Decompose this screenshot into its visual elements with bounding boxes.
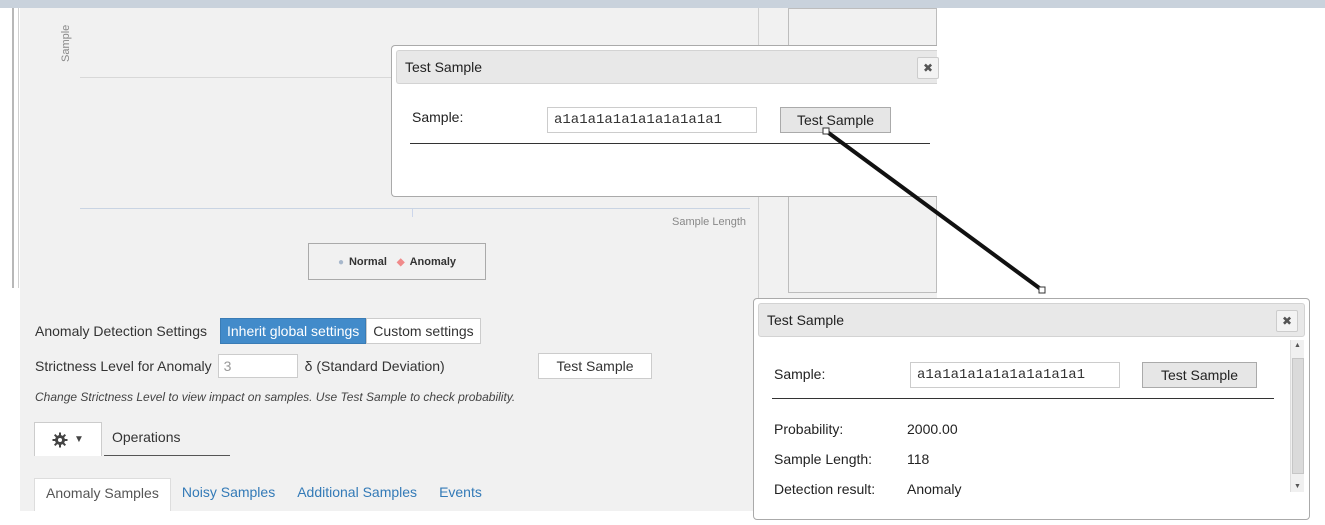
top-bar xyxy=(0,0,1325,8)
sample-length-value: 118 xyxy=(907,451,930,467)
dialog-title: Test Sample xyxy=(405,59,483,75)
legend-item-normal[interactable]: ● Normal xyxy=(338,256,387,268)
anomaly-settings-label: Anomaly Detection Settings xyxy=(35,323,207,339)
scroll-down-icon[interactable]: ▼ xyxy=(1294,483,1301,490)
sample-input[interactable] xyxy=(910,362,1120,388)
test-sample-button[interactable]: Test Sample xyxy=(538,353,652,379)
probability-label: Probability: xyxy=(774,421,844,437)
sample-label: Sample: xyxy=(774,366,826,382)
dialog-divider xyxy=(772,398,1274,399)
chart-x-tick xyxy=(412,209,413,217)
strictness-label: Strictness Level for Anomaly xyxy=(35,358,212,374)
std-dev-label: δ (Standard Deviation) xyxy=(304,358,445,374)
left-border xyxy=(12,8,14,288)
chart-y-axis-label: Sample xyxy=(60,24,72,62)
legend-anomaly-label: Anomaly xyxy=(409,255,457,268)
scrollbar-thumb[interactable] xyxy=(1292,358,1304,474)
dialog-test-sample-button[interactable]: Test Sample xyxy=(780,107,891,133)
operations-dropdown[interactable]: ▼ xyxy=(34,422,102,456)
circle-marker-icon: ● xyxy=(337,256,344,268)
dialog-title: Test Sample xyxy=(767,312,845,328)
inherit-global-settings-button[interactable]: Inherit global settings xyxy=(219,318,367,344)
sample-tabs: Anomaly Samples Noisy Samples Additional… xyxy=(34,478,493,511)
connector-end-handle xyxy=(1038,286,1046,294)
strictness-input[interactable] xyxy=(217,354,298,378)
caret-down-icon: ▼ xyxy=(74,434,84,445)
tab-noisy-samples[interactable]: Noisy Samples xyxy=(171,478,286,511)
dialog-test-sample-button[interactable]: Test Sample xyxy=(1142,362,1257,388)
sample-label: Sample: xyxy=(412,109,464,125)
strictness-hint: Change Strictness Level to view impact o… xyxy=(35,390,516,404)
close-icon[interactable]: ✖ xyxy=(1276,310,1298,332)
operations-label: Operations xyxy=(104,422,230,456)
custom-settings-button[interactable]: Custom settings xyxy=(366,318,481,344)
test-sample-dialog-small: Test Sample ✖ Sample: Test Sample xyxy=(391,45,939,197)
chart-legend: ● Normal ◆ Anomaly xyxy=(308,243,486,280)
gear-icon xyxy=(52,432,68,447)
legend-item-anomaly[interactable]: ◆ Anomaly xyxy=(397,256,456,268)
close-icon[interactable]: ✖ xyxy=(917,57,939,79)
dialog-scrollbar[interactable]: ▲ ▼ xyxy=(1290,340,1304,492)
anomaly-settings-row: Anomaly Detection Settings Inherit globa… xyxy=(35,318,481,344)
tab-additional-samples[interactable]: Additional Samples xyxy=(286,478,428,511)
strictness-row: Strictness Level for Anomaly δ (Standard… xyxy=(35,353,445,379)
sample-length-label: Sample Length: xyxy=(774,451,873,467)
chart-x-axis-label: Sample Length xyxy=(672,216,746,228)
detection-result-value: Anomaly xyxy=(907,481,962,497)
dialog-titlebar: Test Sample ✖ xyxy=(758,303,1305,337)
sample-input[interactable] xyxy=(547,107,757,133)
test-sample-dialog-large: Test Sample ✖ Sample: Test Sample Probab… xyxy=(753,298,1310,520)
chart-x-axis xyxy=(80,208,750,209)
tab-anomaly-samples[interactable]: Anomaly Samples xyxy=(34,478,171,511)
tab-events[interactable]: Events xyxy=(428,478,493,511)
legend-normal-label: Normal xyxy=(348,255,387,268)
left-border-inner xyxy=(18,8,19,288)
diamond-marker-icon: ◆ xyxy=(396,256,405,268)
scroll-up-icon[interactable]: ▲ xyxy=(1294,342,1301,349)
probability-value: 2000.00 xyxy=(907,421,958,437)
dialog-divider xyxy=(410,143,930,144)
detection-result-label: Detection result: xyxy=(774,481,876,497)
dialog-titlebar: Test Sample ✖ xyxy=(396,50,939,84)
